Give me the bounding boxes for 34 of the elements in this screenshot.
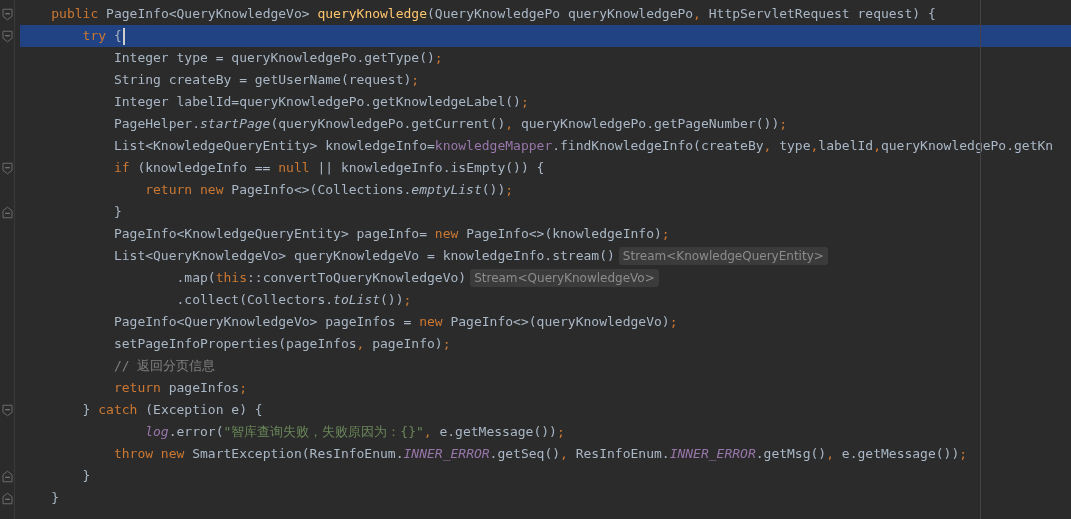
fold-start-icon[interactable] [1, 29, 13, 43]
code-line: public PageInfo<QueryKnowledgeVo> queryKnowledge(QueryKnowledgePo queryKnowledgePo, HttpServletRequest request) { [51, 6, 936, 22]
fold-end-icon[interactable] [1, 205, 13, 219]
code-line: throw new SmartException(ResInfoEnum.INNER_ERROR.getSeq(), ResInfoEnum.INNER_ERROR.getMsg(), e.getMessage()); [113, 446, 968, 462]
code-line: try { [82, 28, 122, 44]
code-line: .map(this::convertToQueryKnowledgeVo) [176, 270, 467, 286]
code-line: return pageInfos; [113, 380, 247, 396]
fold-start-icon[interactable] [1, 7, 13, 21]
code-line: Integer labelId=queryKnowledgePo.getKnowledgeLabel(); [113, 94, 529, 110]
fold-end-icon[interactable] [1, 491, 13, 505]
code-line: List<QueryKnowledgeVo> queryKnowledgeVo = knowledgeInfo.stream() [113, 248, 615, 264]
code-line: List<KnowledgeQueryEntity> knowledgeInfo=knowledgeMapper.findKnowledgeInfo(createBy, type,labelId,queryKnowledgePo.getKn [113, 138, 1054, 154]
code-line: // 返回分页信息 [113, 358, 216, 374]
code-line: } [51, 490, 60, 506]
code-line: if (knowledgeInfo == null || knowledgeInfo.isEmpty()) { [113, 160, 545, 176]
code-line: PageHelper.startPage(queryKnowledgePo.getCurrent(), queryKnowledgePo.getPageNumber()); [113, 116, 788, 132]
code-line: } catch (Exception e) { [82, 402, 263, 418]
type-hint: Stream<QueryKnowledgeVo> [470, 269, 659, 287]
code-line: String createBy = getUserName(request); [113, 72, 420, 88]
fold-end-icon[interactable] [1, 469, 13, 483]
text-caret [122, 27, 125, 45]
code-line: return new PageInfo<>(Collections.emptyList()); [145, 182, 514, 198]
fold-start-icon[interactable] [1, 161, 13, 175]
code-line: log.error("智库查询失败，失败原因为：{}", e.getMessage()); [145, 424, 565, 440]
code-line: PageInfo<KnowledgeQueryEntity> pageInfo= new PageInfo<>(knowledgeInfo); [113, 226, 670, 242]
code-line: .collect(Collectors.toList()); [176, 292, 412, 308]
code-editor[interactable] [0, 0, 1071, 519]
code-line: PageInfo<QueryKnowledgeVo> pageInfos = new PageInfo<>(queryKnowledgeVo); [113, 314, 678, 330]
code-line: } [113, 204, 122, 220]
type-hint: Stream<KnowledgeQueryEntity> [618, 247, 828, 265]
code-line: setPageInfoProperties(pageInfos, pageInfo); [113, 336, 451, 352]
code-line: } [82, 468, 91, 484]
code-line: Integer type = queryKnowledgePo.getType(); [113, 50, 443, 66]
fold-start-icon[interactable] [1, 403, 13, 417]
